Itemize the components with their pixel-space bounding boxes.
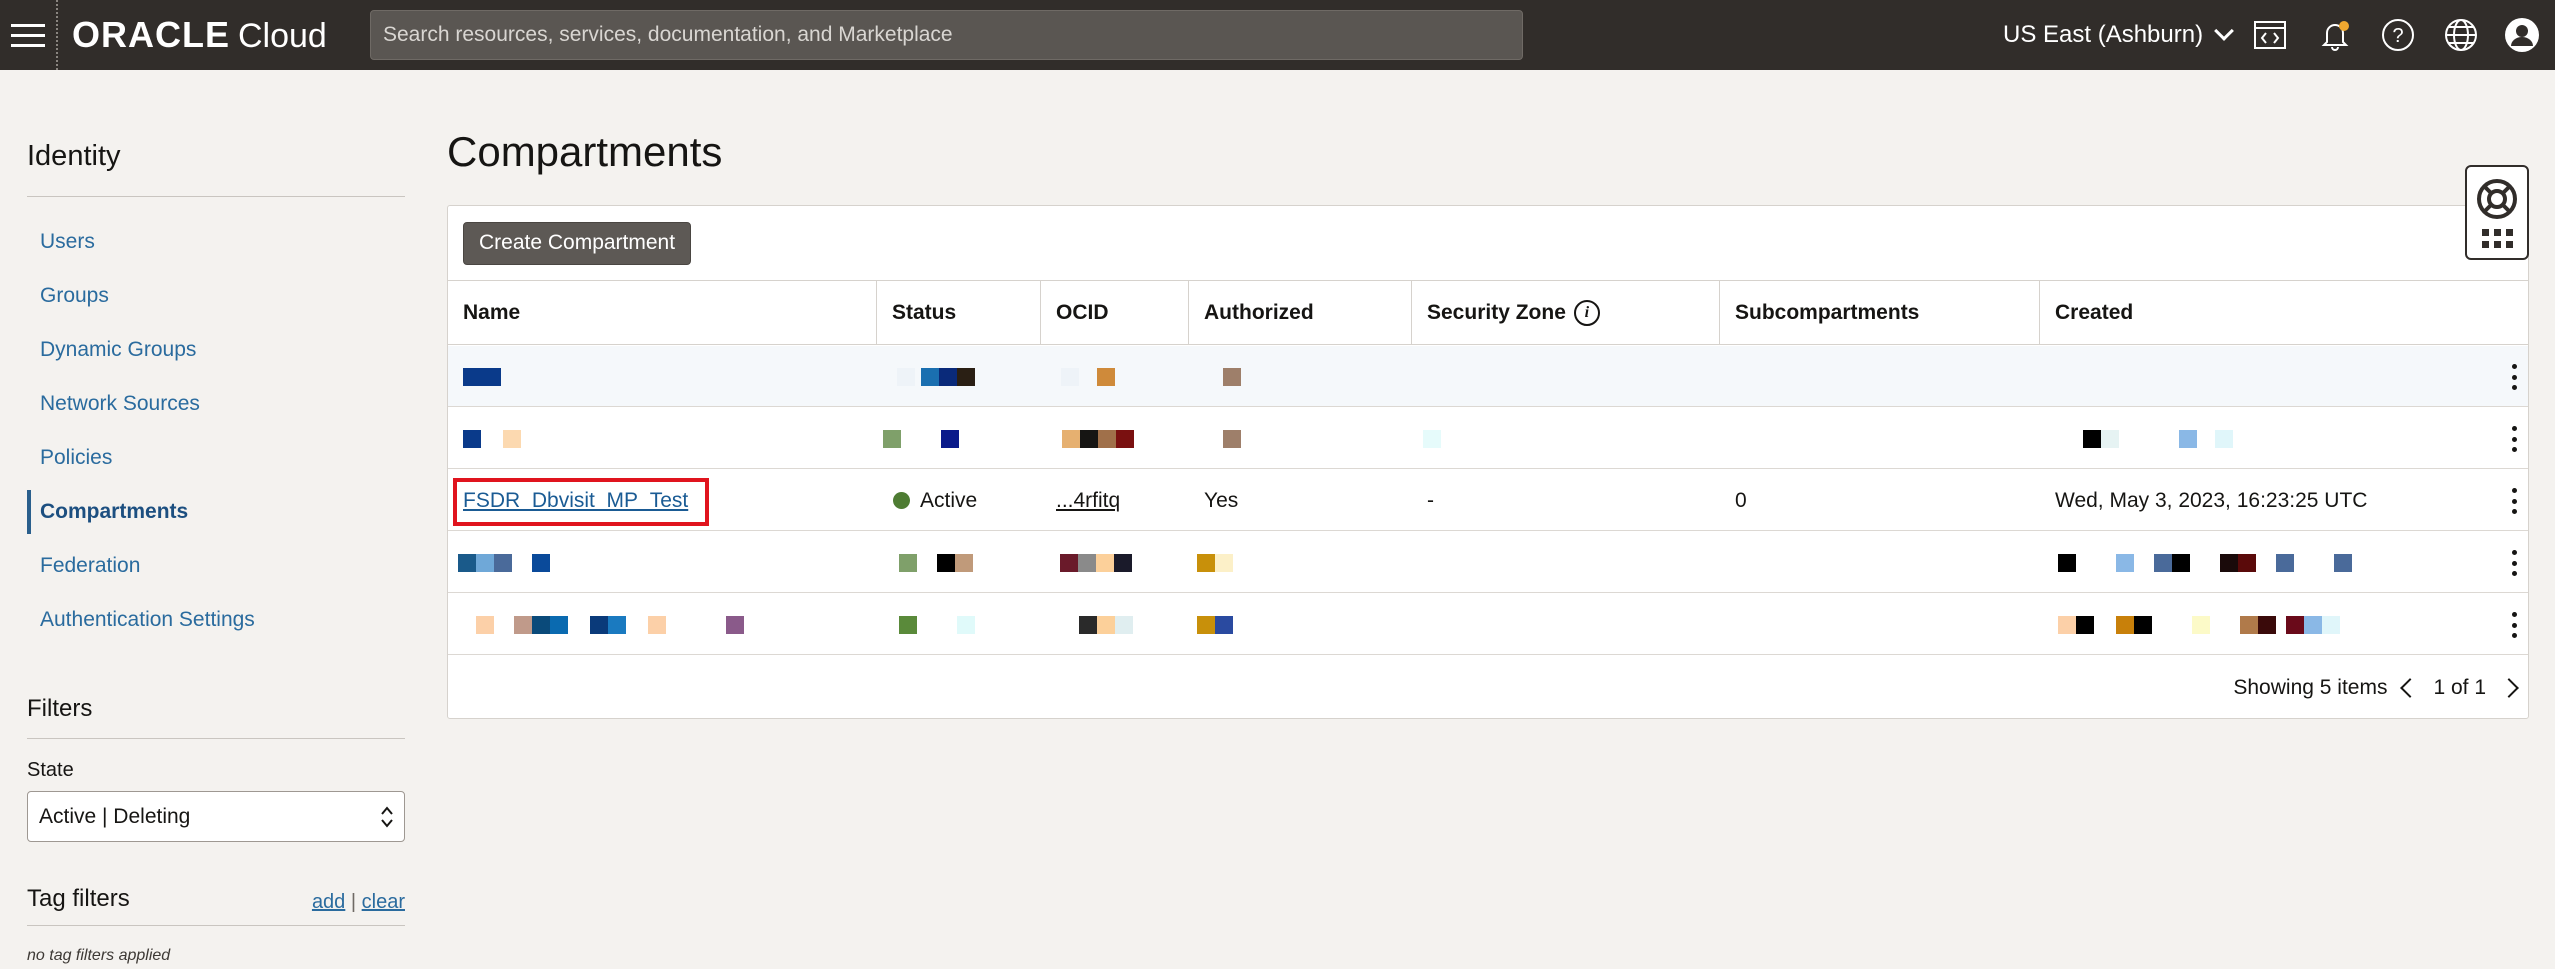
redacted-block — [897, 346, 975, 407]
column-header-name[interactable]: Name — [448, 281, 877, 345]
sidebar-item-authentication-settings[interactable]: Authentication Settings — [27, 593, 405, 647]
redacted-block — [1423, 408, 1441, 469]
chevron-down-icon — [2214, 21, 2234, 41]
redacted-block — [1223, 346, 1241, 407]
column-header-subcompartments[interactable]: Subcompartments — [1720, 281, 2040, 345]
row-actions-icon[interactable] — [2512, 612, 2518, 638]
redacted-block — [1223, 408, 1241, 469]
tag-filter-links: add | clear — [311, 891, 405, 913]
region-selector[interactable]: US East (Ashburn) — [2003, 0, 2234, 70]
sidebar-item-policies[interactable]: Policies — [27, 431, 405, 485]
code-editor-icon[interactable] — [2252, 17, 2288, 53]
state-label: State — [27, 759, 74, 781]
redacted-block — [1062, 408, 1134, 469]
oracle-cloud-logo[interactable]: ORACLE Cloud — [72, 14, 362, 56]
create-compartment-button[interactable]: Create Compartment — [463, 221, 692, 265]
redacted-block — [476, 594, 744, 655]
table-footer: Showing 5 items 1 of 1 — [448, 658, 2528, 718]
help-widget[interactable] — [2465, 165, 2529, 260]
info-icon[interactable]: i — [1573, 300, 1600, 326]
redacted-block — [1197, 594, 1233, 655]
table-row — [448, 408, 2528, 469]
table-row — [448, 594, 2528, 655]
redacted-block — [883, 408, 959, 469]
status-badge: Active — [893, 470, 977, 531]
apps-grid-icon[interactable] — [2481, 228, 2513, 248]
column-header-ocid[interactable]: OCID — [1041, 281, 1189, 345]
created-value: Wed, May 3, 2023, 16:23:25 UTC — [2055, 488, 2368, 512]
globe-icon[interactable] — [2443, 17, 2479, 53]
redacted-block — [2058, 532, 2352, 593]
state-select[interactable]: Active | Deleting — [27, 791, 405, 842]
row-actions-icon[interactable] — [2512, 488, 2518, 514]
row-actions-icon[interactable] — [2512, 426, 2518, 452]
security-zone-value: - — [1427, 488, 1434, 512]
redacted-block — [463, 408, 521, 469]
pagination-label: 1 of 1 — [2433, 676, 2486, 699]
chevron-left-icon[interactable] — [2400, 678, 2421, 698]
sidebar-item-dynamic-groups[interactable]: Dynamic Groups — [27, 323, 405, 377]
redacted-block — [2058, 594, 2340, 655]
redacted-block — [1061, 346, 1115, 407]
tag-clear-link[interactable]: clear — [362, 891, 405, 913]
redacted-block — [2083, 408, 2233, 469]
table-row — [448, 346, 2528, 407]
lifebuoy-icon[interactable] — [2476, 178, 2518, 220]
authorized-value: Yes — [1204, 488, 1239, 512]
sidebar-nav: Users Groups Dynamic Groups Network Sour… — [27, 215, 405, 647]
page-title: Compartments — [447, 128, 723, 175]
redacted-block — [1060, 532, 1132, 593]
redacted-block — [1079, 594, 1133, 655]
compartments-table-panel: Create Compartment Name Status OCID Auth… — [447, 205, 2529, 719]
redacted-block — [1197, 532, 1233, 593]
divider — [27, 925, 405, 926]
tag-add-link[interactable]: add — [312, 891, 345, 913]
divider — [27, 738, 405, 739]
no-tag-filters-text: no tag filters applied — [27, 947, 171, 964]
status-active-dot — [893, 492, 910, 509]
table-header: Name Status OCID Authorized Security Zon… — [448, 281, 2528, 345]
sidebar-title: Identity — [27, 140, 121, 172]
redacted-block — [899, 532, 973, 593]
divider — [27, 196, 405, 197]
user-icon[interactable] — [2504, 17, 2540, 53]
showing-items-count: Showing 5 items — [2233, 676, 2388, 699]
sidebar-item-compartments[interactable]: Compartments — [27, 485, 405, 539]
select-arrows-icon — [381, 806, 393, 828]
table-row — [448, 532, 2528, 593]
column-header-authorized[interactable]: Authorized — [1189, 281, 1412, 345]
row-actions-icon[interactable] — [2512, 364, 2518, 390]
table-row: FSDR_Dbvisit_MP_Test Active ...4rfitq Ye… — [448, 470, 2528, 531]
hamburger-menu-icon[interactable] — [0, 0, 58, 70]
search-input[interactable]: Search resources, services, documentatio… — [370, 10, 1523, 60]
row-actions-icon[interactable] — [2512, 550, 2518, 576]
redacted-block — [458, 532, 550, 593]
ocid-link[interactable]: ...4rfitq — [1056, 470, 1120, 531]
column-header-created[interactable]: Created — [2040, 281, 2530, 345]
table-toolbar: Create Compartment — [448, 206, 2528, 281]
compartment-name-link[interactable]: FSDR_Dbvisit_MP_Test — [463, 470, 688, 531]
column-header-status[interactable]: Status — [877, 281, 1041, 345]
redacted-block — [899, 594, 975, 655]
redacted-block — [463, 346, 501, 407]
chevron-right-icon[interactable] — [2499, 678, 2519, 698]
sidebar-item-users[interactable]: Users — [27, 215, 405, 269]
help-icon[interactable]: ? — [2380, 17, 2416, 53]
svg-text:?: ? — [2392, 25, 2403, 47]
subcompartments-value: 0 — [1735, 488, 1747, 512]
sidebar-item-network-sources[interactable]: Network Sources — [27, 377, 405, 431]
tag-filters-title: Tag filters — [27, 885, 130, 912]
sidebar-item-groups[interactable]: Groups — [27, 269, 405, 323]
bell-icon[interactable] — [2317, 17, 2353, 53]
sidebar-item-federation[interactable]: Federation — [27, 539, 405, 593]
column-header-security-zone[interactable]: Security Zone i — [1412, 281, 1720, 345]
filters-title: Filters — [27, 695, 93, 722]
